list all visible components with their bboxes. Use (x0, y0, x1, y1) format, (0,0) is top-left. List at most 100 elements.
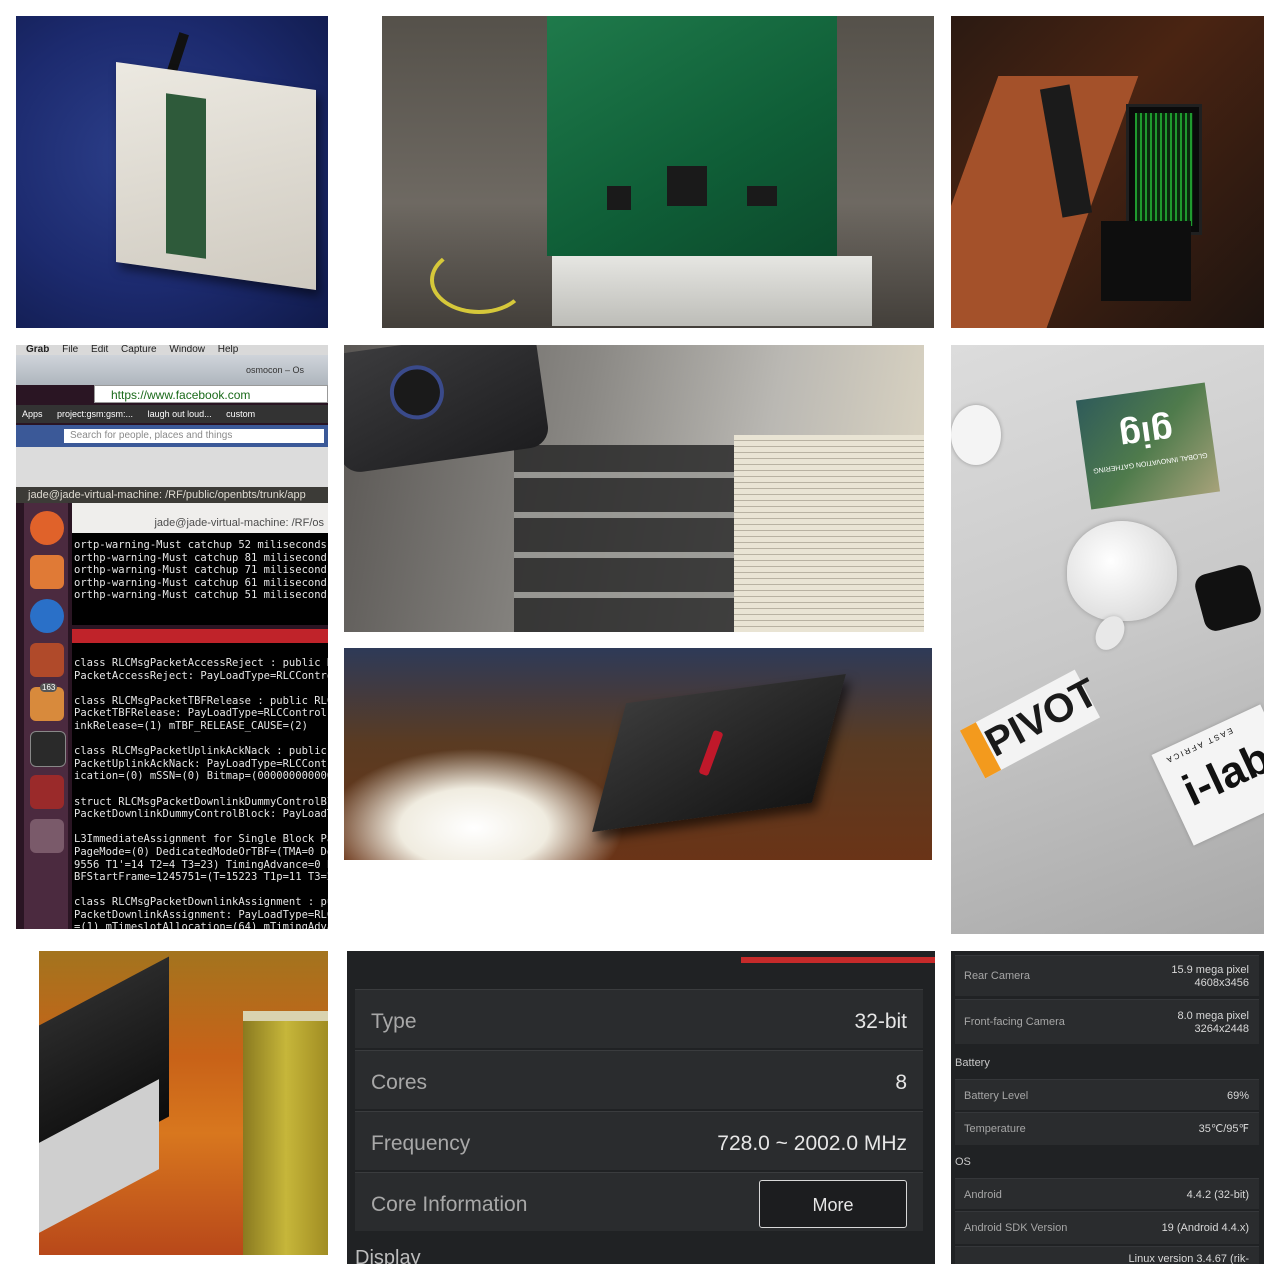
row-value: 4608x3456 (1194, 977, 1249, 989)
bookmark: custom (226, 409, 256, 419)
enclosure (116, 61, 316, 291)
facebook-bar: Search for people, places and things (16, 425, 328, 447)
row-value: 15.9 mega pixel (1171, 964, 1249, 976)
terminal-output: class RLCMsgPacketAccessReject : public … (72, 643, 328, 929)
info-row-temperature: Temperature 35℃/95℉ (955, 1112, 1259, 1145)
vm-title: jade@jade-virtual-machine: /RF/public/op… (16, 487, 328, 503)
row-label: Rear Camera (964, 970, 1031, 982)
folder-icon (30, 555, 64, 589)
row-label: Android SDK Version (964, 1222, 1068, 1234)
globe-sticker (951, 405, 1001, 465)
terminal-title-bar (72, 629, 328, 643)
row-value: 4.4.2 (32-bit) (1186, 1189, 1249, 1201)
photo-phone-and-laptop (344, 345, 924, 632)
keyboard (514, 445, 764, 632)
info-row-cores: Cores 8 (355, 1050, 923, 1109)
gig-sticker: gig GLOBAL INNOVATION GATHERING (1075, 382, 1221, 510)
ilab-sticker: i-lab EAST AFRICA (1151, 704, 1264, 846)
photo-netbook-on-table (344, 648, 932, 860)
device-info-panel: Rear Camera 15.9 mega pixel 4608x3456 Fr… (951, 951, 1264, 1264)
info-row-type: Type 32-bit (355, 989, 923, 1048)
terminal-icon (30, 731, 66, 767)
firefox-icon (30, 599, 64, 633)
menu-item: Capture (121, 345, 157, 355)
circuit-board (166, 93, 206, 259)
info-row-kernel: Linux version 3.4.67 (rik- (955, 1246, 1259, 1264)
bookmarks-bar: Apps project:gsm:gsm:... laugh out loud.… (16, 405, 328, 423)
section-heading: Display (355, 1247, 421, 1264)
info-row-frequency: Frequency 728.0 ~ 2002.0 MHz (355, 1111, 923, 1170)
row-label: Android (964, 1189, 1002, 1201)
section-heading: OS (955, 1156, 971, 1168)
facebook-search: Search for people, places and things (64, 429, 324, 443)
cpu-info-panel: Type 32-bit Cores 8 Frequency 728.0 ~ 20… (347, 951, 935, 1264)
photo-desk-setup (951, 16, 1264, 328)
enclosure (552, 256, 872, 326)
netbook (592, 674, 846, 832)
accent-bar (741, 957, 935, 963)
info-row-front-camera: Front-facing Camera 8.0 mega pixel 3264x… (955, 999, 1259, 1044)
computer-case (1101, 221, 1191, 301)
info-row-battery-level: Battery Level 69% (955, 1079, 1259, 1110)
section-heading: Battery (955, 1057, 990, 1069)
workspace-icon (30, 819, 64, 853)
row-value: Linux version 3.4.67 (rik- (1128, 1253, 1249, 1264)
photo-cafe-laptop-juice (39, 951, 328, 1255)
menu-item: Help (217, 345, 239, 355)
row-value: 35℃/95℉ (1198, 1123, 1249, 1135)
yellow-cable (430, 246, 528, 314)
terminal-title: jade@jade-virtual-machine: /RF/os (72, 503, 328, 533)
row-value: 8.0 mega pixel (1177, 1010, 1249, 1022)
row-label: Type (371, 1010, 417, 1033)
juice-glass (243, 1011, 328, 1255)
info-row-android: Android 4.4.2 (32-bit) (955, 1178, 1259, 1209)
apple-logo (1067, 521, 1177, 621)
menu-item: File (62, 345, 79, 355)
menu-item: Grab (26, 345, 50, 355)
row-value: 8 (895, 1071, 907, 1094)
row-value: 32-bit (854, 1010, 907, 1033)
row-value: 19 (Android 4.4.x) (1161, 1222, 1249, 1234)
photo-pcb-closeup (382, 16, 934, 328)
browser-tabs: osmocon – Os (16, 355, 328, 385)
circuit-board (547, 16, 837, 256)
bookmark: project:gsm:gsm:... (57, 409, 134, 419)
row-value: 3264x2448 (1194, 1023, 1249, 1035)
photo-hardware-box (16, 16, 328, 328)
laptop-screen (734, 435, 924, 632)
more-button[interactable]: More (759, 1180, 907, 1228)
light-glare (344, 748, 624, 860)
launcher-badge: 163 (40, 683, 58, 692)
desktop-screenshot: Grab File Edit Capture Window Help osmoc… (16, 345, 328, 929)
monitor (1126, 104, 1202, 235)
row-label: Temperature (964, 1123, 1026, 1135)
home-folder-icon: 163 (30, 683, 64, 721)
monitor-screen (1135, 113, 1193, 226)
bookmark: laugh out loud... (147, 409, 212, 419)
launcher: 163 (24, 503, 68, 929)
bookmark: Apps (22, 409, 43, 419)
row-label: Cores (371, 1071, 428, 1094)
info-row-core-information: Core Information More (355, 1172, 923, 1231)
row-value: 728.0 ~ 2002.0 MHz (717, 1132, 907, 1155)
phone-dpad (386, 361, 448, 423)
vm-toolbar (16, 447, 328, 487)
menu-bar: Grab File Edit Capture Window Help (16, 345, 328, 355)
row-label: Core Information (371, 1193, 528, 1216)
row-label: Battery Level (964, 1090, 1029, 1102)
address-bar: https://www.facebook.com (94, 385, 328, 403)
chip (667, 166, 707, 206)
row-value: 69% (1226, 1090, 1249, 1102)
row-label: Front-facing Camera (964, 1016, 1065, 1028)
menu-item: Edit (91, 345, 109, 355)
terminal-output: ortp-warning-Must catchup 52 miliseconds… (72, 533, 328, 625)
browser-tab-label: osmocon – Os (246, 365, 305, 375)
info-row-rear-camera: Rear Camera 15.9 mega pixel 4608x3456 (955, 955, 1259, 996)
pivot-sticker: PIVOT (959, 669, 1105, 779)
ubuntu-icon (30, 511, 64, 545)
chip (747, 186, 777, 206)
menu-item: Window (169, 345, 205, 355)
app-icon (30, 775, 64, 809)
chip (607, 186, 631, 210)
photo-laptop-stickers: gig GLOBAL INNOVATION GATHERING PIVOT i-… (951, 345, 1264, 934)
